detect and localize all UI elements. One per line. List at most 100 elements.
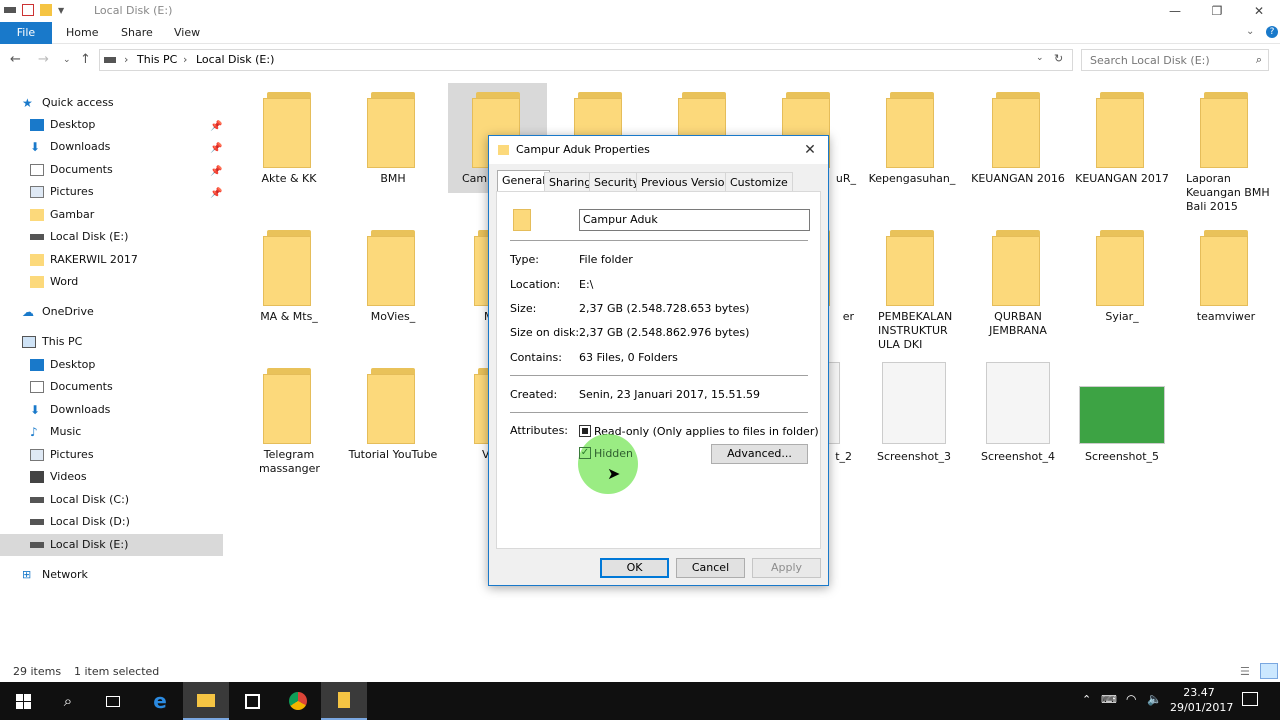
list-item[interactable]: Screenshot_4	[966, 362, 1070, 464]
list-item[interactable]: Kepengasuhan_	[860, 92, 964, 186]
sidebar-network[interactable]: ⊞ Network	[22, 564, 88, 586]
task-view-icon[interactable]	[90, 682, 136, 720]
system-clock[interactable]: 23.47 29/01/2017	[1170, 685, 1233, 715]
sidebar-item-pc-videos[interactable]: Videos	[30, 466, 87, 488]
search-placeholder: Search Local Disk (E:)	[1090, 54, 1210, 67]
list-item[interactable]: KEUANGAN 2016	[966, 92, 1070, 186]
sidebar-item-desktop[interactable]: Desktop	[30, 114, 95, 136]
advanced-button[interactable]: Advanced...	[711, 444, 808, 464]
tab-customize[interactable]: Customize	[725, 172, 793, 192]
sidebar-item-label: Pictures	[50, 448, 94, 461]
store-icon[interactable]	[229, 682, 275, 720]
tab-share[interactable]: Share	[111, 22, 163, 44]
size-label: Size:	[510, 302, 537, 315]
contains-value: 63 Files, 0 Folders	[579, 351, 678, 364]
list-item[interactable]: Laporan Keuangan BMH Bali 2015	[1174, 92, 1278, 214]
list-item[interactable]: Akte & KK	[237, 92, 341, 186]
sidebar-item-pc-desktop[interactable]: Desktop	[30, 354, 95, 376]
sidebar-item-documents[interactable]: Documents	[30, 159, 113, 181]
drive-icon[interactable]	[4, 7, 16, 13]
sidebar-item-pc-documents[interactable]: Documents	[30, 376, 113, 398]
language-icon[interactable]: ⌨	[1101, 693, 1117, 706]
list-item[interactable]: Tutorial YouTube	[341, 368, 445, 462]
forward-icon[interactable]: →	[38, 52, 49, 67]
sidebar-quick-access[interactable]: ★ Quick access	[22, 92, 114, 114]
chrome-icon[interactable]	[275, 682, 321, 720]
sidebar-item-local-disk-d[interactable]: Local Disk (D:)	[30, 511, 130, 533]
sidebar-item-pc-downloads[interactable]: ⬇ Downloads	[30, 399, 110, 421]
sidebar-item-label: Videos	[50, 470, 87, 483]
address-bar[interactable]: › This PC › Local Disk (E:) ⌄ ↻	[99, 49, 1073, 71]
close-icon[interactable]: ✕	[1236, 0, 1280, 22]
readonly-checkbox[interactable]	[579, 425, 591, 437]
search-input[interactable]: Search Local Disk (E:) ⌕	[1081, 49, 1269, 71]
new-folder-icon[interactable]	[40, 4, 52, 16]
sidebar-item-local-disk-c[interactable]: Local Disk (C:)	[30, 489, 129, 511]
pin-icon[interactable]: 📌	[210, 121, 222, 132]
action-center-icon[interactable]	[1242, 692, 1258, 706]
customize-dropdown-icon[interactable]: ▼	[58, 6, 64, 15]
sidebar-item-pictures[interactable]: Pictures	[30, 181, 94, 203]
breadcrumb-this-pc[interactable]: This PC	[137, 53, 177, 66]
folder-name-field[interactable]: Campur Aduk	[579, 209, 810, 231]
pin-icon[interactable]: 📌	[210, 188, 222, 199]
sidebar-item-local-disk-e-quick[interactable]: Local Disk (E:)	[30, 226, 128, 248]
search-icon[interactable]: ⌕	[45, 682, 91, 720]
hidden-label: Hidden	[594, 447, 634, 460]
address-history-icon[interactable]: ⌄	[1036, 53, 1044, 63]
list-item[interactable]: Telegram massanger	[237, 368, 341, 476]
file-explorer-icon[interactable]	[183, 682, 229, 720]
ok-button[interactable]: OK	[600, 558, 669, 578]
recent-locations-icon[interactable]: ⌄	[63, 55, 71, 65]
pin-icon[interactable]: 📌	[210, 166, 222, 177]
sidebar-item-pc-pictures[interactable]: Pictures	[30, 444, 94, 466]
sidebar-item-word[interactable]: Word	[30, 271, 78, 293]
details-view-icon[interactable]: ☰	[1240, 665, 1250, 678]
start-windows-icon[interactable]	[0, 682, 46, 720]
minimize-icon[interactable]: —	[1152, 0, 1198, 22]
refresh-icon[interactable]: ↻	[1054, 52, 1063, 65]
properties-icon[interactable]	[22, 4, 34, 16]
list-item[interactable]: KEUANGAN 2017	[1070, 92, 1174, 186]
sidebar-item-local-disk-e[interactable]: Local Disk (E:)	[30, 534, 128, 556]
cancel-button[interactable]: Cancel	[676, 558, 745, 578]
list-item[interactable]: MA & Mts_	[237, 230, 341, 324]
item-label: Kepengasuhan_	[868, 172, 956, 185]
list-item[interactable]: Syiar_	[1070, 230, 1174, 324]
up-icon[interactable]: ↑	[80, 52, 91, 67]
tab-home[interactable]: Home	[56, 22, 108, 44]
sidebar-this-pc[interactable]: This PC	[22, 331, 82, 353]
edge-icon[interactable]: e	[137, 682, 183, 720]
list-item[interactable]: PEMBEKALAN INSTRUKTUR ULA DKI	[860, 230, 964, 352]
hidden-checkbox[interactable]: ✓	[579, 447, 591, 459]
tab-view[interactable]: View	[164, 22, 210, 44]
restore-icon[interactable]: ❐	[1194, 0, 1240, 22]
list-item[interactable]: QURBAN JEMBRANA	[966, 230, 1070, 338]
apply-button[interactable]: Apply	[752, 558, 821, 578]
folder-window-icon[interactable]	[321, 682, 367, 720]
sidebar-item-pc-music[interactable]: ♪ Music	[30, 421, 81, 443]
help-icon[interactable]: ?	[1266, 26, 1278, 38]
wifi-icon[interactable]: ◠	[1126, 692, 1136, 706]
list-item[interactable]: MoVies_	[341, 230, 445, 324]
list-item[interactable]: teamviwer	[1174, 230, 1278, 324]
close-icon[interactable]: ✕	[798, 139, 822, 161]
chevron-down-icon[interactable]: ⌄	[1246, 26, 1254, 37]
chevron-up-icon[interactable]: ⌃	[1082, 693, 1091, 706]
list-item[interactable]: BMH	[341, 92, 445, 186]
large-icons-view-icon[interactable]	[1260, 663, 1278, 679]
breadcrumb-local-disk-e[interactable]: Local Disk (E:)	[196, 53, 274, 66]
sidebar-item-rakerwil-2017[interactable]: RAKERWIL 2017	[30, 249, 138, 271]
volume-icon[interactable]: 🔈	[1147, 692, 1162, 706]
sidebar-onedrive[interactable]: ☁ OneDrive	[22, 301, 94, 323]
tab-file[interactable]: File	[0, 22, 52, 44]
sidebar-item-downloads[interactable]: ⬇ Downloads	[30, 136, 110, 158]
drive-icon	[30, 497, 44, 503]
tab-general[interactable]: General	[497, 170, 551, 192]
sidebar-item-gambar[interactable]: Gambar	[30, 204, 94, 226]
list-item[interactable]: Screenshot_3	[862, 362, 966, 464]
list-item[interactable]: Screenshot_5	[1070, 362, 1174, 464]
back-icon[interactable]: ←	[10, 52, 21, 67]
pin-icon[interactable]: 📌	[210, 143, 222, 154]
folder-icon	[498, 145, 509, 155]
